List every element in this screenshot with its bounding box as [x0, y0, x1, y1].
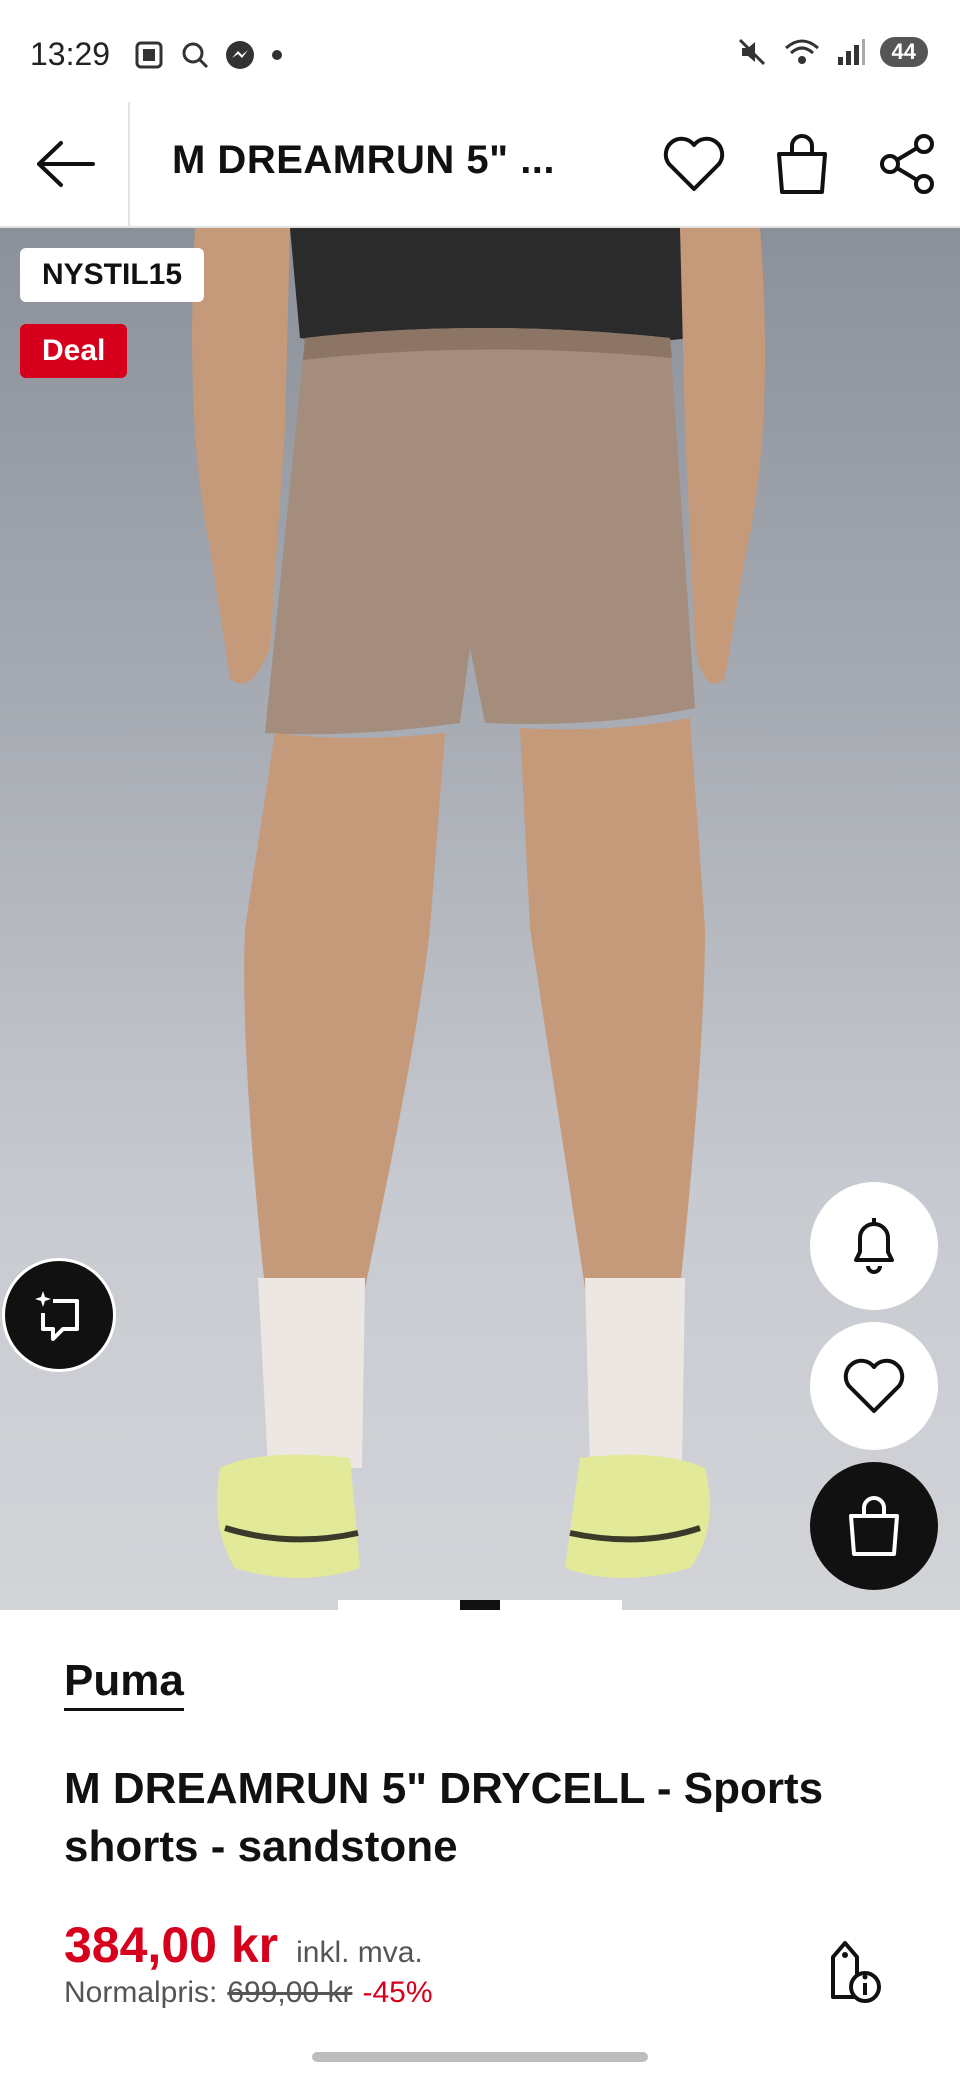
bell-icon — [854, 1218, 894, 1274]
bag-icon — [849, 1496, 899, 1556]
messenger-icon — [226, 41, 254, 69]
price-row: 384,00 kr inkl. mva. — [64, 1916, 423, 1974]
product-image[interactable]: NYSTIL15 Deal — [0, 228, 960, 1610]
ai-search-icon — [35, 1291, 79, 1341]
back-arrow-icon — [37, 141, 95, 187]
battery-indicator: 44 — [879, 37, 928, 67]
share-button[interactable] — [866, 122, 950, 206]
ai-search-button[interactable] — [2, 1258, 116, 1372]
status-time: 13:29 — [30, 36, 111, 72]
home-indicator[interactable] — [312, 2052, 648, 2062]
search-icon — [182, 42, 209, 69]
product-name: M DREAMRUN 5" DRYCELL - Sports shorts - … — [64, 1764, 824, 1871]
page-title: M DREAMRUN 5" ... — [172, 138, 556, 182]
status-system-icons: 44 — [736, 36, 928, 68]
normal-price-label: Normalpris: — [64, 1976, 218, 2009]
vat-note: inkl. mva. — [296, 1936, 423, 1969]
app-bar: M DREAMRUN 5" ... — [0, 102, 960, 228]
wishlist-float-button[interactable] — [810, 1322, 938, 1450]
heart-icon — [843, 1358, 905, 1413]
image-pager-active — [460, 1600, 500, 1610]
favorite-button[interactable] — [652, 122, 736, 206]
dot-icon — [272, 50, 282, 60]
header-divider — [128, 102, 130, 226]
discount-badge: -45% — [362, 1976, 433, 2009]
price-alert-button[interactable] — [810, 1182, 938, 1310]
cart-button[interactable] — [760, 122, 844, 206]
price-info-button[interactable] — [814, 1930, 894, 2010]
status-notification-icons — [132, 38, 284, 72]
screenshot-icon — [135, 41, 163, 69]
signal-icon — [837, 39, 865, 65]
heart-icon — [663, 136, 725, 191]
deal-badge: Deal — [20, 324, 128, 378]
share-icon — [880, 134, 934, 194]
current-price: 384,00 kr — [64, 1917, 279, 1973]
bag-icon — [777, 134, 827, 194]
promo-code-badge: NYSTIL15 — [20, 248, 205, 302]
old-price: 699,00 kr — [227, 1976, 353, 2009]
back-button[interactable] — [22, 124, 106, 204]
add-to-bag-button[interactable] — [810, 1462, 938, 1590]
mute-icon — [738, 38, 765, 66]
wifi-icon — [784, 39, 819, 64]
brand-link[interactable]: Puma — [64, 1656, 184, 1711]
price-info-icon — [831, 1941, 881, 2003]
normal-price-row: Normalpris: 699,00 kr -45% — [64, 1976, 433, 2010]
status-bar: 13:29 44 — [0, 0, 960, 100]
